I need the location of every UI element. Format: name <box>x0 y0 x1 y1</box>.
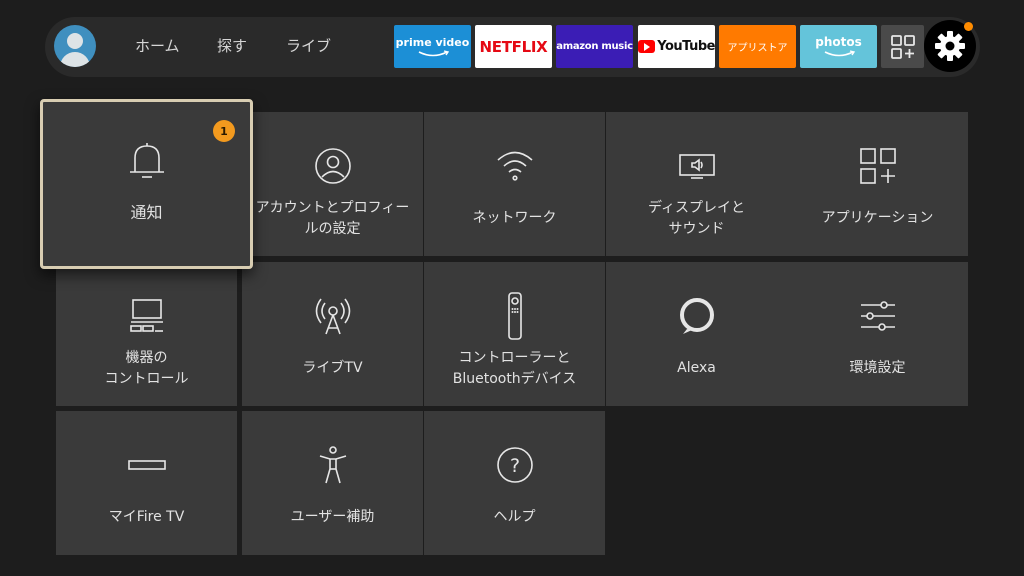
app-netflix[interactable]: NETFLIX <box>475 25 552 68</box>
tile-alexa[interactable]: Alexa <box>606 262 787 406</box>
tile-label: マイFire TV <box>108 509 185 525</box>
tile-live-tv[interactable]: ライブTV <box>242 262 423 406</box>
tile-help[interactable]: ? ヘルプ <box>424 411 605 555</box>
tile-label-line2: ルの設定 <box>304 221 361 237</box>
tile-label: ネットワーク <box>472 210 557 226</box>
app-photos-label: photos <box>815 35 862 49</box>
antenna-icon <box>313 296 353 336</box>
tile-label: ヘルプ <box>493 509 536 525</box>
tile-label: ユーザー補助 <box>290 509 375 525</box>
accessibility-icon <box>313 445 353 485</box>
tile-accessibility[interactable]: ユーザー補助 <box>242 411 423 555</box>
tv-devices-icon <box>127 296 167 336</box>
sliders-icon <box>858 296 898 336</box>
tile-applications[interactable]: アプリケーション <box>787 112 968 256</box>
fire-tv-device-icon <box>127 445 167 485</box>
bell-icon <box>125 140 169 184</box>
amazon-smile-icon <box>418 49 449 56</box>
app-appstore-label: アプリストア <box>727 43 788 54</box>
notification-dot <box>964 22 973 31</box>
app-prime-video[interactable]: prime video <box>394 25 471 68</box>
tile-label: 通知 <box>130 203 163 222</box>
tile-label: 環境設定 <box>849 360 906 376</box>
app-photos[interactable]: photos <box>800 25 877 68</box>
tile-controllers-bluetooth[interactable]: コントローラーと Bluetoothデバイス <box>424 262 605 406</box>
app-netflix-label: NETFLIX <box>479 37 548 56</box>
profile-icon <box>313 146 353 186</box>
tile-label-line2: Bluetoothデバイス <box>452 371 577 387</box>
nav-home[interactable]: ホーム <box>135 36 180 56</box>
user-avatar[interactable] <box>54 25 96 67</box>
remote-icon <box>495 292 535 340</box>
tile-label: アプリケーション <box>821 210 934 226</box>
tile-label-line1: 機器の <box>125 350 168 366</box>
app-prime-video-label: prime video <box>395 35 470 49</box>
tile-label-line2: サウンド <box>668 221 725 237</box>
app-youtube-label: YouTube <box>657 39 715 54</box>
alexa-icon <box>677 296 717 336</box>
wifi-icon <box>495 146 535 186</box>
avatar-head <box>67 33 83 49</box>
notification-count-badge: 1 <box>213 120 235 142</box>
youtube-play-icon <box>638 40 656 53</box>
amazon-smile-icon <box>824 50 855 57</box>
tile-preferences[interactable]: 環境設定 <box>787 262 968 406</box>
tile-label-line1: ディスプレイと <box>647 200 746 216</box>
apps-grid-plus-icon <box>858 146 898 186</box>
nav-live[interactable]: ライブ <box>286 36 331 56</box>
svg-text:?: ? <box>509 455 519 477</box>
tile-label-line1: アカウントとプロフィー <box>255 200 410 216</box>
tile-account-profile[interactable]: アカウントとプロフィー ルの設定 <box>242 112 423 256</box>
tv-speaker-icon <box>677 146 717 186</box>
tile-label: コントローラーと Bluetoothデバイス <box>424 348 605 390</box>
app-youtube[interactable]: YouTube <box>638 25 715 68</box>
tile-label: アカウントとプロフィー ルの設定 <box>242 198 423 240</box>
all-apps-button[interactable] <box>881 25 924 68</box>
tile-display-sound[interactable]: ディスプレイと サウンド <box>606 112 787 256</box>
gear-icon <box>935 31 965 61</box>
tile-label: ディスプレイと サウンド <box>606 198 787 240</box>
app-amazon-music[interactable]: amazon music <box>556 25 633 68</box>
apps-grid-plus-icon <box>890 34 915 59</box>
tile-label: Alexa <box>677 360 716 376</box>
tile-notifications[interactable]: 1 通知 <box>40 99 253 269</box>
tile-label-line2: コントロール <box>104 371 189 387</box>
tile-label-line1: コントローラーと <box>458 350 571 366</box>
tile-network[interactable]: ネットワーク <box>424 112 605 256</box>
tile-equipment-control[interactable]: 機器の コントロール <box>56 262 237 406</box>
avatar-body <box>60 52 90 67</box>
tile-my-fire-tv[interactable]: マイFire TV <box>56 411 237 555</box>
app-appstore[interactable]: アプリストア <box>719 25 796 68</box>
tile-label: 機器の コントロール <box>56 348 237 390</box>
app-amazon-music-label: amazon music <box>556 41 633 52</box>
tile-label: ライブTV <box>302 360 363 376</box>
nav-find[interactable]: 探す <box>217 36 247 56</box>
help-icon: ? <box>495 445 535 485</box>
